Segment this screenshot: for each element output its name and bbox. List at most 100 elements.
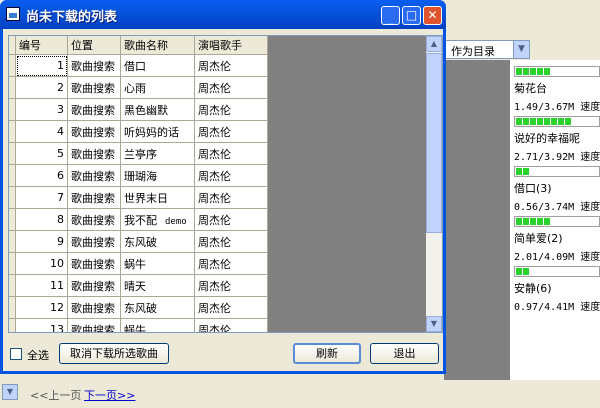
app-icon xyxy=(6,7,20,21)
cell-artist[interactable]: 周杰伦 xyxy=(194,318,268,332)
exit-button[interactable]: 退出 xyxy=(370,343,439,364)
download-item[interactable]: 安静(6) 0.97/4.41M 速度 xyxy=(514,266,600,313)
table-row[interactable]: 4 歌曲搜索 听妈妈的话 周杰伦 xyxy=(9,120,268,143)
cell-artist[interactable]: 周杰伦 xyxy=(194,208,268,231)
cell-location[interactable]: 歌曲搜索 xyxy=(67,230,121,253)
cell-location[interactable]: 歌曲搜索 xyxy=(67,208,121,231)
cell-num[interactable]: 8 xyxy=(15,208,68,231)
cell-num[interactable]: 12 xyxy=(15,296,68,319)
cell-song[interactable]: 东风破 xyxy=(120,296,195,319)
cell-num[interactable]: 6 xyxy=(15,164,68,187)
download-item[interactable]: 借口(3) 0.56/3.74M 速度 xyxy=(514,166,600,213)
column-header-song[interactable]: 歌曲名称 xyxy=(120,36,195,55)
cell-artist[interactable]: 周杰伦 xyxy=(194,252,268,275)
cell-location[interactable]: 歌曲搜索 xyxy=(67,186,121,209)
cell-location[interactable]: 歌曲搜索 xyxy=(67,164,121,187)
refresh-button[interactable]: 刷新 xyxy=(293,343,361,364)
scroll-down-icon[interactable]: ▼ xyxy=(2,384,18,400)
chevron-down-icon[interactable]: ▼ xyxy=(513,41,529,58)
cell-artist[interactable]: 周杰伦 xyxy=(194,164,268,187)
download-stat: 1.49/3.67M 速度 xyxy=(514,102,600,113)
scroll-up-icon[interactable]: ▲ xyxy=(426,36,442,52)
next-page-link[interactable]: 下一页>> xyxy=(84,387,135,403)
table-row[interactable]: 5 歌曲搜索 兰亭序 周杰伦 xyxy=(9,142,268,165)
title-bar[interactable]: 尚未下载的列表 _ □ ✕ xyxy=(0,0,446,29)
scroll-down-icon[interactable]: ▼ xyxy=(426,316,442,332)
cell-location[interactable]: 歌曲搜索 xyxy=(67,120,121,143)
column-header-num[interactable]: 编号 xyxy=(15,36,68,55)
cell-location[interactable]: 歌曲搜索 xyxy=(67,318,121,332)
table-row[interactable]: 11 歌曲搜索 晴天 周杰伦 xyxy=(9,274,268,297)
cell-song[interactable]: 兰亭序 xyxy=(120,142,195,165)
close-button[interactable]: ✕ xyxy=(423,6,442,25)
select-all-checkbox[interactable] xyxy=(10,348,22,360)
prev-page-link[interactable]: <<上一页 xyxy=(30,387,81,403)
column-header-location[interactable]: 位置 xyxy=(67,36,121,55)
select-all-label[interactable]: 全选 xyxy=(27,347,49,363)
cell-artist[interactable]: 周杰伦 xyxy=(194,54,268,77)
table-row[interactable]: 10 歌曲搜索 蜗牛 周杰伦 xyxy=(9,252,268,275)
cell-num[interactable]: 13 xyxy=(15,318,68,332)
cancel-download-button[interactable]: 取消下载所选歌曲 xyxy=(59,343,169,364)
cell-num-text: 12 xyxy=(50,301,64,314)
column-header-artist[interactable]: 演唱歌手 xyxy=(194,36,268,55)
table-row[interactable]: 13 歌曲搜索 蜗牛 周杰伦 xyxy=(9,318,268,332)
cell-song[interactable]: 听妈妈的话 xyxy=(120,120,195,143)
directory-combo[interactable]: 作为目录 ▼ xyxy=(444,40,530,59)
cell-artist[interactable]: 周杰伦 xyxy=(194,274,268,297)
table-row[interactable]: 2 歌曲搜索 心雨 周杰伦 xyxy=(9,76,268,99)
table-row[interactable]: 6 歌曲搜索 珊瑚海 周杰伦 xyxy=(9,164,268,187)
cell-artist[interactable]: 周杰伦 xyxy=(194,120,268,143)
cell-song[interactable]: 我不配 demo xyxy=(120,208,195,231)
cell-location[interactable]: 歌曲搜索 xyxy=(67,252,121,275)
cell-num[interactable]: 4 xyxy=(15,120,68,143)
cell-num[interactable]: 1 xyxy=(15,54,68,77)
cell-num[interactable]: 5 xyxy=(15,142,68,165)
cell-song[interactable]: 借口 xyxy=(120,54,195,77)
scroll-thumb[interactable] xyxy=(426,53,442,233)
table-row[interactable]: 12 歌曲搜索 东风破 周杰伦 xyxy=(9,296,268,319)
cell-num[interactable]: 9 xyxy=(15,230,68,253)
table-row[interactable]: 1 歌曲搜索 借口 周杰伦 xyxy=(9,54,268,77)
table-row[interactable]: 3 歌曲搜索 黑色幽默 周杰伦 xyxy=(9,98,268,121)
cell-artist[interactable]: 周杰伦 xyxy=(194,296,268,319)
cell-location[interactable]: 歌曲搜索 xyxy=(67,274,121,297)
cell-num[interactable]: 3 xyxy=(15,98,68,121)
cell-artist[interactable]: 周杰伦 xyxy=(194,76,268,99)
cell-song[interactable]: 晴天 xyxy=(120,274,195,297)
cell-num[interactable]: 2 xyxy=(15,76,68,99)
download-item[interactable]: 说好的幸福呢 2.71/3.92M 速度 xyxy=(514,116,600,163)
minimize-button[interactable]: _ xyxy=(381,6,400,25)
cell-location[interactable]: 歌曲搜索 xyxy=(67,98,121,121)
cell-location[interactable]: 歌曲搜索 xyxy=(67,296,121,319)
cell-song[interactable]: 东风破 xyxy=(120,230,195,253)
cell-location-text: 歌曲搜索 xyxy=(71,301,115,315)
download-item[interactable]: 简单爱(2) 2.01/4.09M 速度 xyxy=(514,216,600,263)
cell-artist-text: 周杰伦 xyxy=(198,147,231,161)
cell-song[interactable]: 心雨 xyxy=(120,76,195,99)
cell-artist[interactable]: 周杰伦 xyxy=(194,230,268,253)
cell-num[interactable]: 10 xyxy=(15,252,68,275)
cell-num[interactable]: 7 xyxy=(15,186,68,209)
cell-artist[interactable]: 周杰伦 xyxy=(194,142,268,165)
download-progress-bar xyxy=(514,216,600,227)
table-row[interactable]: 8 歌曲搜索 我不配 demo 周杰伦 xyxy=(9,208,268,231)
download-item[interactable]: 菊花台 1.49/3.67M 速度 xyxy=(514,66,600,113)
grid-vertical-scrollbar[interactable]: ▲ ▼ xyxy=(426,36,442,332)
cell-song[interactable]: 蜗牛 xyxy=(120,318,195,332)
cell-location[interactable]: 歌曲搜索 xyxy=(67,142,121,165)
cell-artist[interactable]: 周杰伦 xyxy=(194,98,268,121)
song-grid[interactable]: 编号 位置 歌曲名称 演唱歌手 1 歌曲搜索 借口 周杰伦 2 歌曲搜索 心雨 周杰伦 3 歌曲搜… xyxy=(8,35,443,333)
table-row[interactable]: 9 歌曲搜索 东风破 周杰伦 xyxy=(9,230,268,253)
table-row[interactable]: 7 歌曲搜索 世界末日 周杰伦 xyxy=(9,186,268,209)
maximize-button[interactable]: □ xyxy=(402,6,421,25)
cell-num[interactable]: 11 xyxy=(15,274,68,297)
download-progress-bar xyxy=(514,116,600,127)
cell-song[interactable]: 黑色幽默 xyxy=(120,98,195,121)
cell-artist[interactable]: 周杰伦 xyxy=(194,186,268,209)
cell-location[interactable]: 歌曲搜索 xyxy=(67,54,121,77)
cell-song[interactable]: 蜗牛 xyxy=(120,252,195,275)
cell-location[interactable]: 歌曲搜索 xyxy=(67,76,121,99)
cell-song[interactable]: 珊瑚海 xyxy=(120,164,195,187)
cell-song[interactable]: 世界末日 xyxy=(120,186,195,209)
